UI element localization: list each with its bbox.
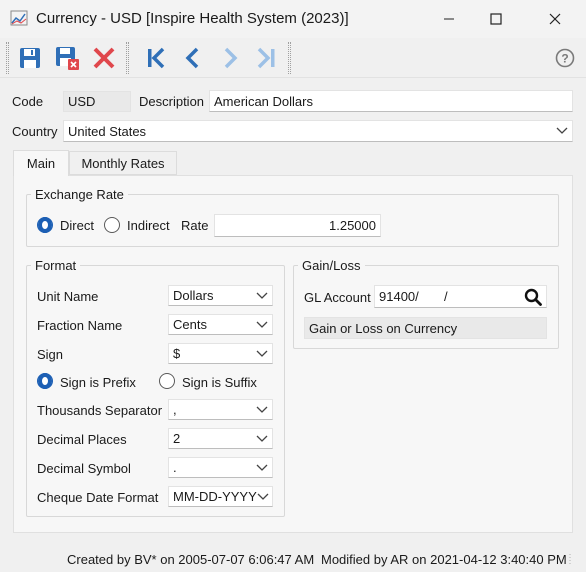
indirect-label: Indirect [127, 218, 170, 233]
fraction-name-value: Cents [173, 317, 207, 332]
decimal-places-dropdown[interactable]: 2 [168, 428, 273, 449]
sign-suffix-radio[interactable] [159, 373, 175, 389]
chevron-down-icon [256, 435, 268, 443]
fraction-name-label: Fraction Name [37, 318, 123, 333]
sign-dropdown[interactable]: $ [168, 343, 273, 364]
country-value: United States [68, 123, 147, 139]
exchange-rate-title: Exchange Rate [31, 187, 128, 202]
description-label: Description [139, 94, 205, 109]
tab-main[interactable]: Main [13, 150, 69, 176]
fraction-name-dropdown[interactable]: Cents [168, 314, 273, 335]
gl-account-description: Gain or Loss on Currency [309, 320, 458, 336]
direct-label: Direct [60, 218, 94, 233]
save-button[interactable] [14, 42, 46, 74]
description-value: American Dollars [214, 93, 313, 109]
cheque-date-format-label: Cheque Date Format [37, 490, 159, 505]
sign-suffix-label: Sign is Suffix [182, 375, 257, 390]
sign-prefix-radio[interactable] [37, 373, 53, 389]
unit-name-value: Dollars [173, 288, 214, 303]
unit-name-label: Unit Name [37, 289, 99, 304]
next-record-button[interactable] [214, 42, 246, 74]
rate-input[interactable]: 1.25000 [214, 214, 381, 237]
first-record-button[interactable] [140, 42, 172, 74]
minimize-icon [444, 18, 454, 20]
chevron-down-icon [256, 464, 268, 472]
chevron-down-icon [556, 127, 568, 135]
svg-text:?: ? [561, 52, 568, 66]
delete-icon [93, 47, 115, 69]
previous-record-button[interactable] [177, 42, 209, 74]
last-record-button[interactable] [250, 42, 282, 74]
cheque-date-format-dropdown[interactable]: MM-DD-YYYY [168, 486, 273, 507]
maximize-button[interactable] [473, 0, 519, 38]
window-title: Currency - USD [Inspire Health System (2… [36, 10, 349, 27]
delete-button[interactable] [88, 42, 120, 74]
resize-grip-icon[interactable] [568, 552, 582, 568]
tab-monthly-rates-label: Monthly Rates [81, 155, 165, 171]
description-input[interactable]: American Dollars [209, 90, 573, 112]
help-button[interactable]: ? [549, 42, 581, 74]
search-icon[interactable] [524, 288, 542, 306]
decimal-symbol-label: Decimal Symbol [37, 461, 131, 476]
tab-monthly-rates[interactable]: Monthly Rates [69, 151, 177, 175]
help-icon: ? [555, 48, 575, 68]
indirect-radio[interactable] [104, 217, 120, 233]
thousands-separator-dropdown[interactable]: , [168, 399, 273, 420]
cheque-date-format-value: MM-DD-YYYY [173, 489, 257, 504]
gl-account-label: GL Account [304, 290, 371, 305]
sign-prefix-label: Sign is Prefix [60, 375, 136, 390]
code-label: Code [12, 94, 44, 109]
maximize-icon [490, 13, 502, 25]
direct-radio[interactable] [37, 217, 53, 233]
decimal-places-label: Decimal Places [37, 432, 127, 447]
decimal-symbol-dropdown[interactable]: . [168, 457, 273, 478]
toolbar-separator [126, 42, 129, 74]
chevron-down-icon [256, 292, 268, 300]
last-record-icon [257, 47, 275, 69]
decimal-symbol-value: . [173, 460, 177, 475]
created-info: Created by BV* on 2005-07-07 6:06:47 AM [67, 552, 315, 567]
chevron-down-icon [256, 350, 268, 358]
rate-value: 1.25000 [329, 218, 376, 233]
gain-loss-title: Gain/Loss [298, 258, 365, 273]
status-bar: Created by BV* on 2005-07-07 6:06:47 AM … [0, 546, 586, 572]
format-title: Format [31, 258, 81, 273]
title-bar: Currency - USD [Inspire Health System (2… [0, 0, 586, 38]
close-icon [549, 13, 561, 25]
country-dropdown[interactable]: United States [63, 120, 573, 142]
toolbar-grip [6, 42, 9, 74]
rate-label: Rate [181, 218, 209, 233]
decimal-places-value: 2 [173, 431, 181, 446]
toolbar-separator [288, 42, 291, 74]
minimize-button[interactable] [426, 0, 472, 38]
toolbar: ? [0, 38, 586, 78]
sign-value: $ [173, 346, 181, 361]
chevron-down-icon [256, 321, 268, 329]
chevron-down-icon [256, 406, 268, 414]
tab-main-label: Main [26, 156, 56, 171]
gl-account-input[interactable]: 91400/ / [374, 285, 547, 308]
code-value: USD [68, 94, 96, 109]
thousands-separator-value: , [173, 402, 177, 417]
code-field: USD [63, 91, 131, 112]
app-chart-icon [10, 10, 30, 28]
first-record-icon [148, 47, 165, 69]
sign-label: Sign [37, 347, 64, 362]
thousands-separator-label: Thousands Separator [37, 403, 163, 418]
next-record-icon [224, 47, 238, 69]
country-label: Country [12, 124, 58, 139]
gl-account-value: 91400/ / [379, 289, 448, 304]
save-icon [20, 48, 40, 68]
previous-record-icon [185, 47, 199, 69]
modified-info: Modified by AR on 2021-04-12 3:40:40 PM [321, 552, 567, 567]
close-button[interactable] [532, 0, 578, 38]
unit-name-dropdown[interactable]: Dollars [168, 285, 273, 306]
gl-account-description-field: Gain or Loss on Currency [304, 317, 547, 339]
save-and-close-button[interactable] [51, 42, 83, 74]
chevron-down-icon [257, 493, 269, 501]
save-close-icon [56, 47, 79, 70]
